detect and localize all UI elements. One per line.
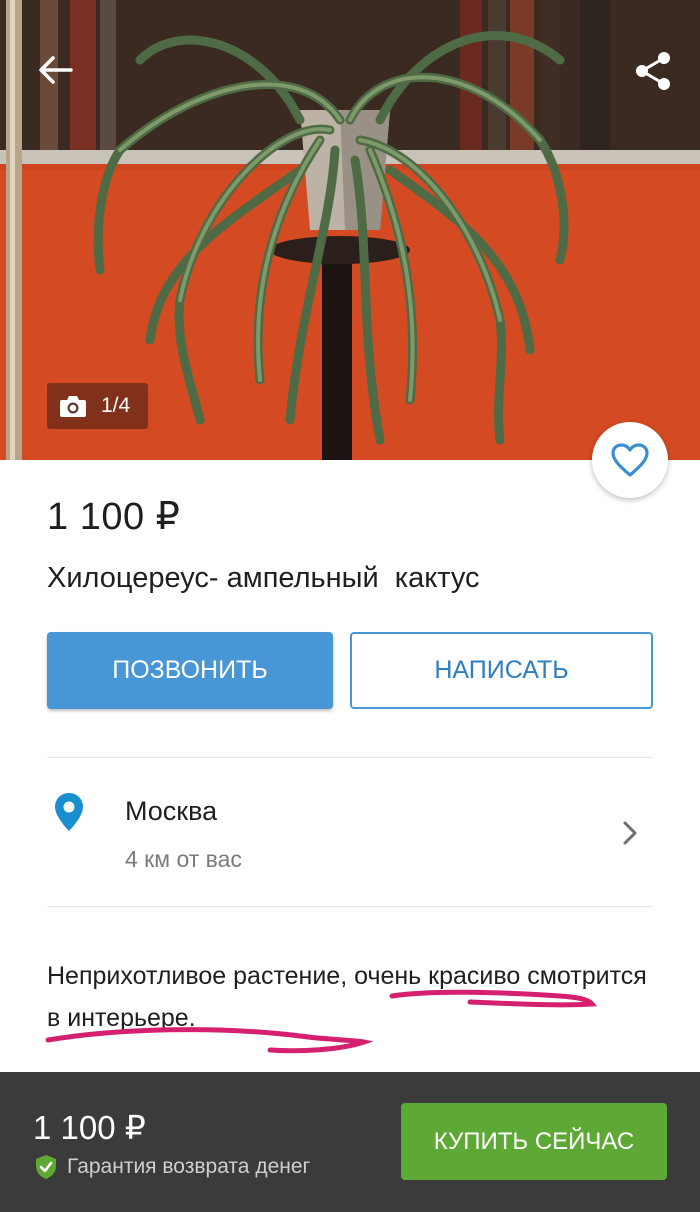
call-button[interactable]: ПОЗВОНИТЬ bbox=[47, 632, 333, 709]
map-pin-icon bbox=[54, 792, 84, 837]
listing-price: 1 100 ₽ bbox=[47, 496, 181, 538]
photo-counter-text: 1/4 bbox=[101, 394, 131, 417]
write-button[interactable]: НАПИСАТЬ bbox=[350, 632, 653, 709]
share-icon bbox=[636, 52, 670, 90]
location-city: Москва bbox=[125, 796, 218, 826]
photo-counter: 1/4 bbox=[47, 383, 148, 429]
bottom-purchase-bar: 1 100 ₽ Гарантия возврата денег КУПИТЬ С… bbox=[0, 1072, 700, 1212]
location-row[interactable]: Москва 4 км от вас bbox=[47, 758, 653, 906]
share-button[interactable] bbox=[626, 48, 680, 94]
back-button[interactable] bbox=[30, 48, 80, 92]
favorite-button[interactable] bbox=[592, 422, 668, 498]
shield-check-icon bbox=[35, 1154, 57, 1180]
buy-now-button[interactable]: КУПИТЬ СЕЙЧАС bbox=[401, 1103, 667, 1180]
guarantee-info: Гарантия возврата денег bbox=[35, 1154, 310, 1180]
listing-title: Хилоцереус- ампельный кактус bbox=[47, 562, 480, 594]
bottom-price: 1 100 ₽ bbox=[33, 1109, 146, 1146]
guarantee-text: Гарантия возврата денег bbox=[67, 1155, 311, 1178]
heart-outline-icon bbox=[611, 443, 649, 477]
chevron-right-icon bbox=[622, 820, 638, 851]
arrow-left-icon bbox=[39, 56, 73, 84]
divider bbox=[47, 906, 653, 907]
listing-photo[interactable]: 1/4 bbox=[0, 0, 700, 460]
location-distance: 4 км от вас bbox=[125, 846, 242, 872]
listing-description: Неприхотливое растение, очень красиво см… bbox=[47, 962, 647, 1032]
camera-icon bbox=[59, 394, 87, 418]
